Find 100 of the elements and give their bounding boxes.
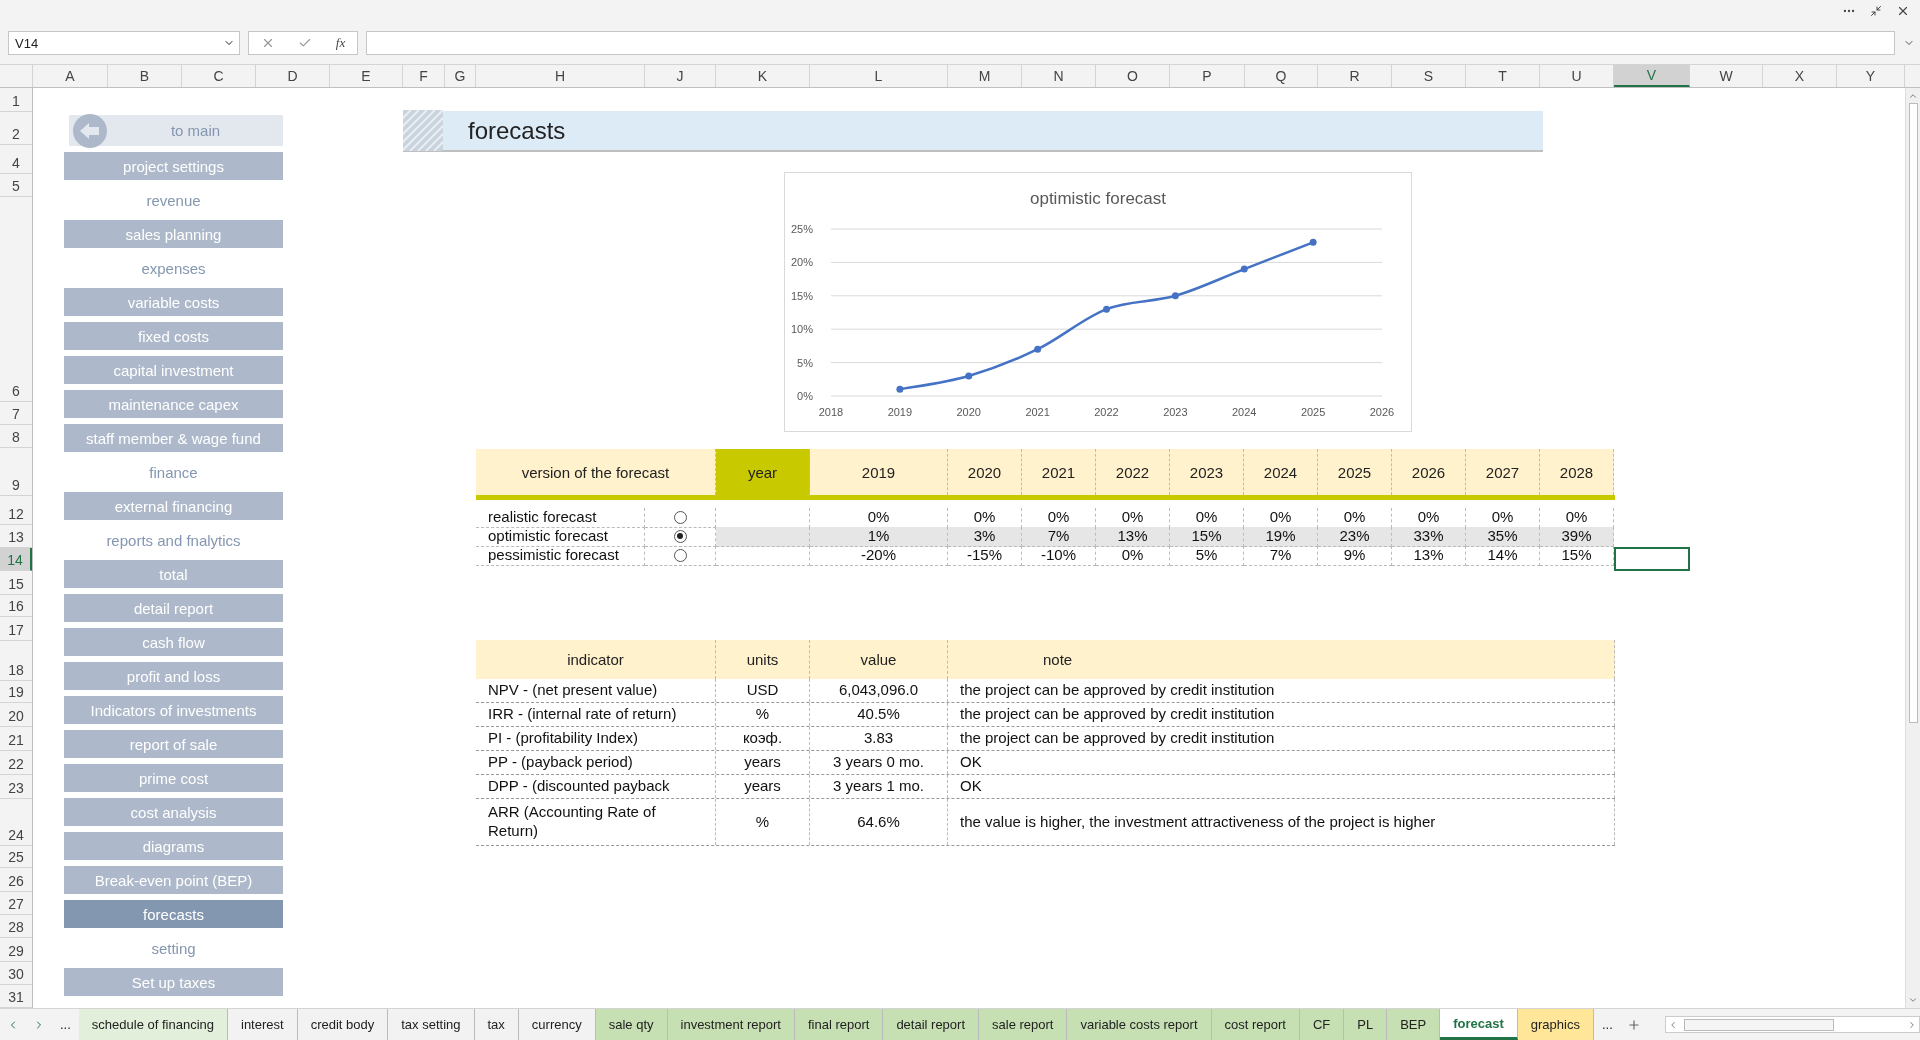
row-header[interactable]: 7	[0, 402, 32, 425]
row-header[interactable]: 26	[0, 868, 32, 892]
name-box[interactable]: V14	[8, 31, 240, 55]
column-header[interactable]: S	[1392, 65, 1466, 87]
row-header[interactable]: 16	[0, 595, 32, 617]
row-header[interactable]: 18	[0, 641, 32, 681]
column-header[interactable]: W	[1690, 65, 1763, 87]
row-header[interactable]: 14	[0, 548, 32, 571]
row-header[interactable]: 2	[0, 112, 32, 145]
sheet-tab[interactable]: forecast	[1440, 1009, 1518, 1040]
scroll-down-icon[interactable]	[1908, 995, 1918, 1005]
row-header[interactable]: 8	[0, 425, 32, 448]
radio-button[interactable]	[673, 510, 687, 524]
row-header[interactable]: 24	[0, 799, 32, 846]
column-header[interactable]: K	[716, 65, 810, 87]
radio-button[interactable]	[673, 548, 687, 562]
column-header[interactable]: R	[1318, 65, 1392, 87]
column-heading: 2027	[1466, 449, 1540, 495]
sheet-tab[interactable]: detail report	[883, 1009, 980, 1040]
selected-cell[interactable]	[1614, 547, 1690, 571]
column-header[interactable]: T	[1466, 65, 1540, 87]
sheet-tab[interactable]: final report	[794, 1009, 884, 1040]
sheet-tab[interactable]: investment report	[667, 1009, 795, 1040]
row-header[interactable]: 22	[0, 751, 32, 775]
table-cell: 35%	[1466, 527, 1540, 547]
column-header[interactable]: Y	[1837, 65, 1905, 87]
row-header[interactable]: 28	[0, 915, 32, 938]
ribbon-display-icon[interactable]	[1870, 5, 1882, 17]
column-header[interactable]: A	[33, 65, 108, 87]
column-header[interactable]: C	[182, 65, 256, 87]
row-header[interactable]: 12	[0, 496, 32, 525]
table-cell: 39%	[1540, 527, 1614, 547]
sheet-tab[interactable]: cost report	[1211, 1009, 1300, 1040]
sheet-tab[interactable]: CF	[1299, 1009, 1345, 1040]
more-sheets-button[interactable]: ...	[1593, 1009, 1621, 1040]
column-header[interactable]: F	[403, 65, 445, 87]
insert-function-button[interactable]: fx	[335, 35, 346, 51]
data-point	[965, 372, 973, 380]
radio-button[interactable]	[673, 529, 687, 543]
column-heading: 2028	[1540, 449, 1614, 495]
scroll-right-icon[interactable]	[1907, 1019, 1917, 1030]
row-header[interactable]: 9	[0, 448, 32, 496]
axis-tick-label: 2022	[1094, 406, 1119, 418]
scrollbar-thumb[interactable]	[1683, 1018, 1834, 1031]
row-header[interactable]: 19	[0, 681, 32, 703]
column-header[interactable]: X	[1763, 65, 1837, 87]
check-icon[interactable]	[298, 36, 313, 50]
table-cell: 3 years 0 mo.	[810, 751, 948, 774]
column-header[interactable]: L	[810, 65, 948, 87]
row-header[interactable]: 1	[0, 88, 32, 112]
table-cell: 64.6%	[810, 799, 948, 845]
column-header[interactable]: N	[1022, 65, 1096, 87]
formula-input[interactable]	[366, 31, 1895, 55]
sheet-tab[interactable]: sale report	[979, 1009, 1068, 1040]
column-header[interactable]: V	[1614, 65, 1690, 87]
column-heading: 2024	[1244, 449, 1318, 495]
row-header[interactable]: 20	[0, 703, 32, 727]
column-heading: 2019	[810, 449, 948, 495]
row-header[interactable]: 5	[0, 174, 32, 197]
sheet-tab[interactable]: variable costs report	[1067, 1009, 1212, 1040]
sheet-tab[interactable]: sale qty	[595, 1009, 668, 1040]
table-cell: 15%	[1540, 546, 1614, 566]
nav-section-label: setting	[150, 938, 197, 959]
column-header[interactable]: G	[445, 65, 476, 87]
axis-tick-label: 5%	[797, 356, 813, 369]
scrollbar-thumb[interactable]	[1908, 103, 1918, 723]
row-header[interactable]: 29	[0, 938, 32, 962]
sheet-tab[interactable]: PL	[1344, 1009, 1388, 1040]
table-cell: 19%	[1244, 527, 1318, 547]
column-header[interactable]: Q	[1245, 65, 1318, 87]
table-cell: 3%	[948, 527, 1022, 547]
row-header[interactable]: 23	[0, 775, 32, 799]
table-cell: the value is higher, the investment attractiveness of the project is higher	[948, 799, 1615, 845]
table-cell: 7%	[1022, 527, 1096, 547]
axis-tick-label: 25%	[790, 223, 813, 235]
column-header[interactable]: O	[1096, 65, 1170, 87]
row-header[interactable]: 27	[0, 892, 32, 915]
sheet-tab[interactable]: graphics	[1517, 1009, 1594, 1040]
row-header[interactable]: 17	[0, 617, 32, 641]
more-sheets-button[interactable]: ...	[52, 1009, 79, 1040]
column-header[interactable]: M	[948, 65, 1022, 87]
column-heading: units	[716, 640, 810, 679]
row-header[interactable]: 4	[0, 145, 32, 174]
column-header[interactable]: P	[1170, 65, 1245, 87]
row-header[interactable]: 15	[0, 571, 32, 595]
column-header[interactable]: B	[108, 65, 182, 87]
close-icon[interactable]	[1896, 4, 1910, 18]
sheet-tab[interactable]: BEP	[1387, 1009, 1441, 1040]
row-header[interactable]: 30	[0, 962, 32, 985]
scroll-up-icon[interactable]	[1908, 91, 1918, 101]
row-header[interactable]: 21	[0, 727, 32, 751]
column-heading: 2023	[1170, 449, 1244, 495]
column-header[interactable]: J	[645, 65, 716, 87]
column-header[interactable]: H	[476, 65, 645, 87]
sheet-tab[interactable]: schedule of financing	[78, 1009, 228, 1040]
table-cell: pessimistic forecast	[476, 546, 645, 566]
row-header[interactable]: 6	[0, 197, 32, 402]
column-header[interactable]: D	[256, 65, 330, 87]
row-header[interactable]: 25	[0, 846, 32, 868]
column-header[interactable]: E	[330, 65, 403, 87]
